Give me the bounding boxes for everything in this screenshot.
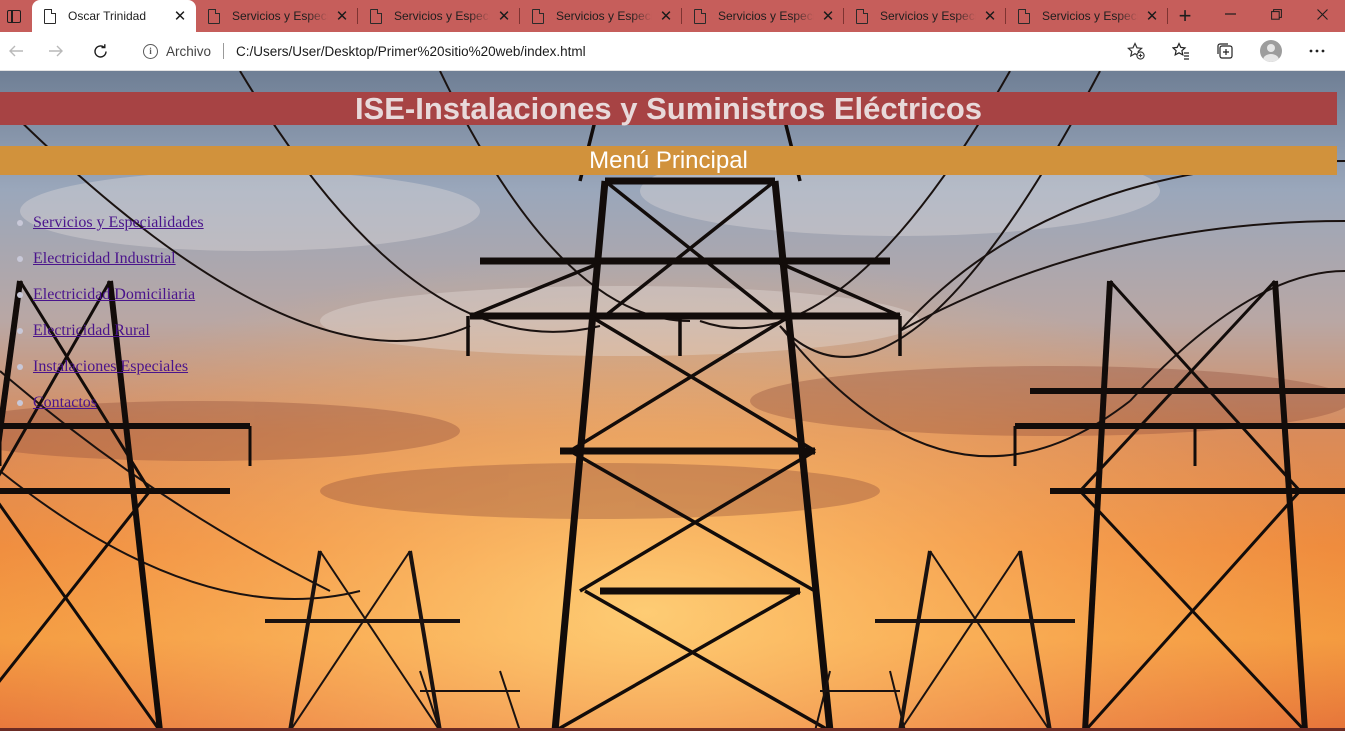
profile-button[interactable]: [1256, 36, 1286, 66]
page-icon: [1018, 8, 1030, 24]
menu-link-domiciliaria[interactable]: Electricidad Domiciliaria: [33, 286, 195, 303]
main-menu: Servicios y Especialidades Electricidad …: [0, 211, 204, 427]
more-options-icon[interactable]: [1302, 36, 1332, 66]
close-icon[interactable]: ✕: [496, 8, 512, 25]
page-icon: [694, 8, 706, 24]
refresh-icon: [93, 43, 107, 58]
address-url[interactable]: C:/Users/User/Desktop/Primer%20sitio%20w…: [236, 44, 586, 59]
tab-actions-button[interactable]: [0, 0, 28, 32]
page-viewport: ISE-Instalaciones y Suministros Eléctric…: [0, 71, 1345, 731]
tab[interactable]: Servicios y Especialidades ✕: [682, 0, 844, 32]
menu-link-industrial[interactable]: Electricidad Industrial: [33, 250, 176, 267]
tab-title: Servicios y Especialidades: [880, 9, 976, 23]
tab-title: Servicios y Especialidades: [718, 9, 814, 23]
close-icon[interactable]: ✕: [334, 8, 350, 25]
tab-title: Servicios y Especialidades: [1042, 9, 1138, 23]
list-item: Contactos: [17, 391, 204, 427]
new-tab-button[interactable]: +: [1168, 0, 1202, 32]
close-window-icon[interactable]: [1299, 0, 1345, 28]
tab[interactable]: Servicios y Especialidades ✕: [1006, 0, 1168, 32]
tab[interactable]: Servicios y Especialidades ✕: [358, 0, 520, 32]
browser-toolbar: i Archivo C:/Users/User/Desktop/Primer%2…: [0, 32, 1345, 71]
menu-link-servicios[interactable]: Servicios y Especialidades: [33, 214, 204, 231]
close-icon[interactable]: ✕: [820, 8, 836, 25]
tab-separator: [1167, 8, 1168, 24]
menu-link-rural[interactable]: Electricidad Rural: [33, 322, 150, 339]
restore-icon[interactable]: [1253, 0, 1299, 28]
list-item: Electricidad Domiciliaria: [17, 283, 204, 319]
info-icon[interactable]: i: [143, 43, 158, 59]
tab-title: Servicios y Especialidades: [556, 9, 652, 23]
address-bar[interactable]: i Archivo C:/Users/User/Desktop/Primer%2…: [129, 36, 1153, 66]
avatar: [1260, 40, 1282, 62]
page-icon: [208, 8, 220, 24]
tab[interactable]: Servicios y Especialidades ✕: [844, 0, 1006, 32]
add-favorite-icon[interactable]: [1127, 42, 1145, 65]
page-icon: [44, 8, 56, 24]
list-item: Electricidad Rural: [17, 319, 204, 355]
list-item: Electricidad Industrial: [17, 247, 204, 283]
forward-icon: [49, 45, 63, 57]
back-icon: [9, 45, 23, 57]
menu-title: Menú Principal: [0, 146, 1337, 175]
tab-active[interactable]: Oscar Trinidad ✕: [32, 0, 196, 32]
refresh-button[interactable]: [84, 36, 116, 66]
page-icon: [532, 8, 544, 24]
minimize-icon[interactable]: [1207, 0, 1253, 28]
page-icon: [370, 8, 382, 24]
collections-icon[interactable]: [1210, 36, 1240, 66]
address-scheme-label: Archivo: [166, 43, 212, 59]
back-button[interactable]: [0, 36, 32, 66]
close-icon[interactable]: ✕: [172, 8, 188, 25]
tab[interactable]: Servicios y Especialidades ✕: [196, 0, 358, 32]
tab-title: Servicios y Especialidades: [394, 9, 490, 23]
close-icon[interactable]: ✕: [982, 8, 998, 25]
menu-link-especiales[interactable]: Instalaciones Especiales: [33, 358, 188, 375]
list-item: Servicios y Especialidades: [17, 211, 204, 247]
tab-strip: Oscar Trinidad ✕ Servicios y Especialida…: [0, 0, 1345, 32]
tab-actions-icon: [7, 9, 21, 23]
menu-link-contactos[interactable]: Contactos: [33, 394, 97, 411]
page-icon: [856, 8, 868, 24]
site-title: ISE-Instalaciones y Suministros Eléctric…: [0, 92, 1337, 125]
address-separator: [223, 43, 225, 59]
tab-title: Servicios y Especialidades: [232, 9, 328, 23]
window-controls: [1207, 0, 1345, 32]
forward-button[interactable]: [40, 36, 72, 66]
tab-title: Oscar Trinidad: [68, 9, 147, 23]
tab[interactable]: Servicios y Especialidades ✕: [520, 0, 682, 32]
close-icon[interactable]: ✕: [1144, 8, 1160, 25]
favorites-icon[interactable]: [1166, 36, 1196, 66]
close-icon[interactable]: ✕: [658, 8, 674, 25]
list-item: Instalaciones Especiales: [17, 355, 204, 391]
